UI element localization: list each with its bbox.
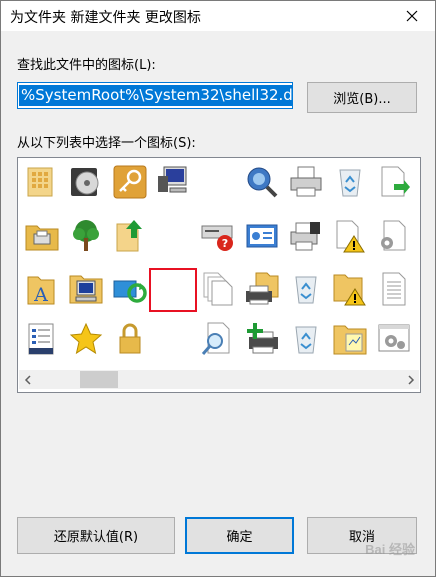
folder-grid-icon[interactable] <box>21 161 63 203</box>
drive-error-icon[interactable]: ? <box>197 215 239 257</box>
empty-icon[interactable] <box>149 268 197 312</box>
folder-warning-icon[interactable] <box>329 268 371 310</box>
ok-button[interactable]: 确定 <box>185 517 294 554</box>
browse-button[interactable]: 浏览(B)... <box>307 82 417 113</box>
cancel-button-label: 取消 <box>348 530 375 545</box>
chevron-left-icon <box>24 374 31 385</box>
browse-button-label: 浏览(B)... <box>333 92 391 107</box>
printer-add-icon[interactable] <box>241 318 283 360</box>
change-icon-dialog: 为文件夹 新建文件夹 更改图标 查找此文件中的图标(L): %SystemRoo… <box>0 0 436 577</box>
cancel-button[interactable]: 取消 <box>307 517 417 554</box>
scroll-thumb[interactable] <box>80 371 118 388</box>
chevron-right-icon <box>407 374 414 385</box>
close-icon <box>406 10 418 22</box>
folder-note-icon[interactable] <box>329 318 371 360</box>
globe-magnifier-icon[interactable] <box>241 161 283 203</box>
recycle-bin-icon[interactable] <box>285 318 327 360</box>
recycle-bin-icon[interactable] <box>285 268 327 310</box>
key-icon[interactable] <box>109 161 151 203</box>
printer-folder-icon[interactable] <box>241 268 283 310</box>
network-monitor-icon[interactable] <box>153 161 195 203</box>
computer-folder-icon[interactable] <box>65 268 107 310</box>
restore-defaults-label: 还原默认值(R) <box>53 530 139 545</box>
lookfor-label: 查找此文件中的图标(L): <box>17 58 156 73</box>
star-icon[interactable] <box>65 318 107 360</box>
scroll-left-button[interactable] <box>19 370 36 389</box>
document-arrow-icon[interactable] <box>373 161 415 203</box>
document-warning-icon[interactable] <box>329 215 371 257</box>
recycle-bin-icon[interactable] <box>329 161 371 203</box>
title-bar: 为文件夹 新建文件夹 更改图标 <box>1 1 435 31</box>
text-document-icon[interactable] <box>373 268 415 310</box>
cd-drive-icon[interactable] <box>65 161 107 203</box>
selectfrom-label: 从以下列表中选择一个图标(S): <box>17 136 196 151</box>
svg-text:?: ? <box>222 237 228 250</box>
printer-fax-icon[interactable] <box>285 215 327 257</box>
lock-icon[interactable] <box>109 318 151 360</box>
icon-file-path-input[interactable]: %SystemRoot%\System32\shell32.dll <box>17 82 293 109</box>
control-panel-icon[interactable] <box>241 215 283 257</box>
ok-button-label: 确定 <box>226 530 253 545</box>
folder-printer-icon[interactable] <box>21 215 63 257</box>
tree-icon[interactable] <box>65 215 107 257</box>
documents-icon[interactable] <box>197 268 239 310</box>
font-folder-icon[interactable]: A <box>21 268 63 310</box>
settings-window-icon[interactable] <box>373 318 415 360</box>
restore-defaults-button[interactable]: 还原默认值(R) <box>17 517 175 554</box>
close-button[interactable] <box>389 1 435 31</box>
network-sync-icon[interactable] <box>109 268 151 310</box>
path-input-value: %SystemRoot%\System32\shell32.dll <box>19 85 292 106</box>
window-title: 为文件夹 新建文件夹 更改图标 <box>10 10 201 26</box>
printer-icon[interactable] <box>285 161 327 203</box>
svg-text:A: A <box>33 284 48 306</box>
document-search-icon[interactable] <box>197 318 239 360</box>
checklist-icon[interactable] <box>21 318 63 360</box>
document-up-arrow-icon[interactable] <box>109 215 151 257</box>
scroll-right-button[interactable] <box>402 370 419 389</box>
horizontal-scrollbar[interactable] <box>19 370 419 389</box>
document-gear-icon[interactable] <box>373 215 415 257</box>
icon-list[interactable]: ? A <box>17 157 421 393</box>
dialog-body: 查找此文件中的图标(L): %SystemRoot%\System32\shel… <box>1 31 435 576</box>
